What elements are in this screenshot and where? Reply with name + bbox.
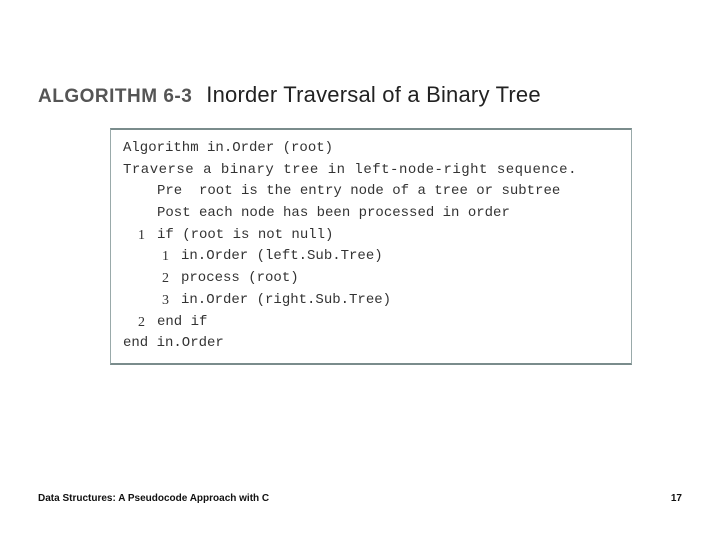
step-text: in.Order (right.Sub.Tree)	[181, 290, 391, 312]
step-num: 2	[123, 312, 145, 334]
footer-book-title: Data Structures: A Pseudocode Approach w…	[38, 493, 269, 504]
algorithm-box: Algorithm in.Order (root) Traverse a bin…	[110, 128, 632, 365]
algorithm-header: ALGORITHM 6-3 Inorder Traversal of a Bin…	[0, 0, 720, 120]
step-text: in.Order (left.Sub.Tree)	[181, 246, 383, 268]
step-text: process (root)	[181, 268, 299, 290]
algorithm-label: ALGORITHM 6-3	[38, 86, 192, 108]
step-text: end if	[157, 312, 207, 334]
step-num: 3	[123, 290, 169, 312]
step-num: 2	[123, 268, 169, 290]
step-text: if (root is not null)	[157, 225, 333, 247]
step-num: 1	[123, 225, 145, 247]
algorithm-title: Inorder Traversal of a Binary Tree	[206, 82, 541, 108]
slide: ALGORITHM 6-3 Inorder Traversal of a Bin…	[0, 0, 720, 540]
algo-name-line: Algorithm in.Order (root)	[123, 138, 333, 160]
algo-post: Post each node has been processed in ord…	[157, 203, 510, 225]
algo-desc: Traverse a binary tree in left-node-righ…	[123, 160, 577, 182]
page-number: 17	[671, 493, 682, 504]
algo-pre: Pre root is the entry node of a tree or …	[157, 181, 560, 203]
step-num: 1	[123, 246, 169, 268]
algo-end: end in.Order	[123, 333, 224, 355]
